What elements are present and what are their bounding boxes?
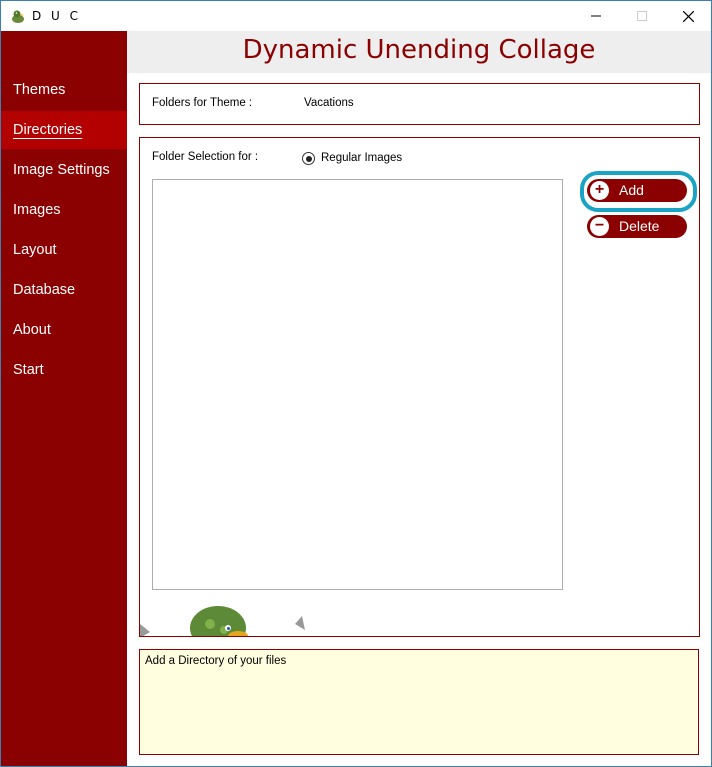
app-title: Dynamic Unending Collage [242,35,596,65]
window-title: D U C [32,9,82,23]
app-header: Dynamic Unending Collage [127,31,711,73]
sidebar-item-label: Images [13,202,61,218]
directories-page: Folders for Theme : Vacations Folder Sel… [127,73,711,766]
close-icon [682,10,694,22]
sidebar-item-database[interactable]: Database [1,271,127,309]
sidebar-item-themes[interactable]: Themes [1,71,127,109]
sidebar-item-about[interactable]: About [1,311,127,349]
sidebar-item-label: About [13,322,51,338]
folder-selection-label: Folder Selection for : [152,151,259,163]
title-bar[interactable]: D U C [1,1,711,31]
theme-panel: Folders for Theme : Vacations [139,83,700,125]
sidebar-item-start[interactable]: Start [1,351,127,389]
add-button-label: Add [619,182,644,198]
sidebar-item-directories[interactable]: Directories [1,111,127,149]
sidebar-item-label: Database [13,282,76,298]
app-window: D U C Themes Directories Image Settings … [0,0,712,767]
plus-icon: + [590,181,609,200]
folder-selection-panel: Folder Selection for : Regular Images + … [139,137,700,637]
delete-button-label: Delete [619,218,660,234]
regular-images-radio[interactable] [302,152,315,165]
sidebar: Themes Directories Image Settings Images… [1,31,127,766]
sidebar-item-image-settings[interactable]: Image Settings [1,151,127,189]
delete-button[interactable]: − Delete [587,215,687,238]
sidebar-item-label: Start [13,362,44,378]
minus-icon: − [590,217,609,236]
add-button[interactable]: + Add [587,179,687,202]
help-panel: Add a Directory of your files [139,649,699,755]
maximize-button[interactable] [619,1,665,31]
sidebar-item-label: Themes [13,82,66,98]
duck-mascot-image [140,606,305,636]
maximize-icon [637,11,647,21]
duck-icon [12,10,24,23]
help-text: Add a Directory of your files [145,655,287,667]
sidebar-item-label: Directories [13,122,83,138]
close-button[interactable] [665,1,711,31]
minimize-icon [591,15,601,17]
sidebar-item-layout[interactable]: Layout [1,231,127,269]
sidebar-item-label: Layout [13,242,57,258]
sidebar-item-label: Image Settings [13,162,110,178]
regular-images-label[interactable]: Regular Images [321,152,402,164]
sidebar-item-images[interactable]: Images [1,191,127,229]
folder-list[interactable] [152,179,563,590]
theme-value: Vacations [304,97,354,109]
theme-label: Folders for Theme : [152,97,253,109]
minimize-button[interactable] [573,1,619,31]
